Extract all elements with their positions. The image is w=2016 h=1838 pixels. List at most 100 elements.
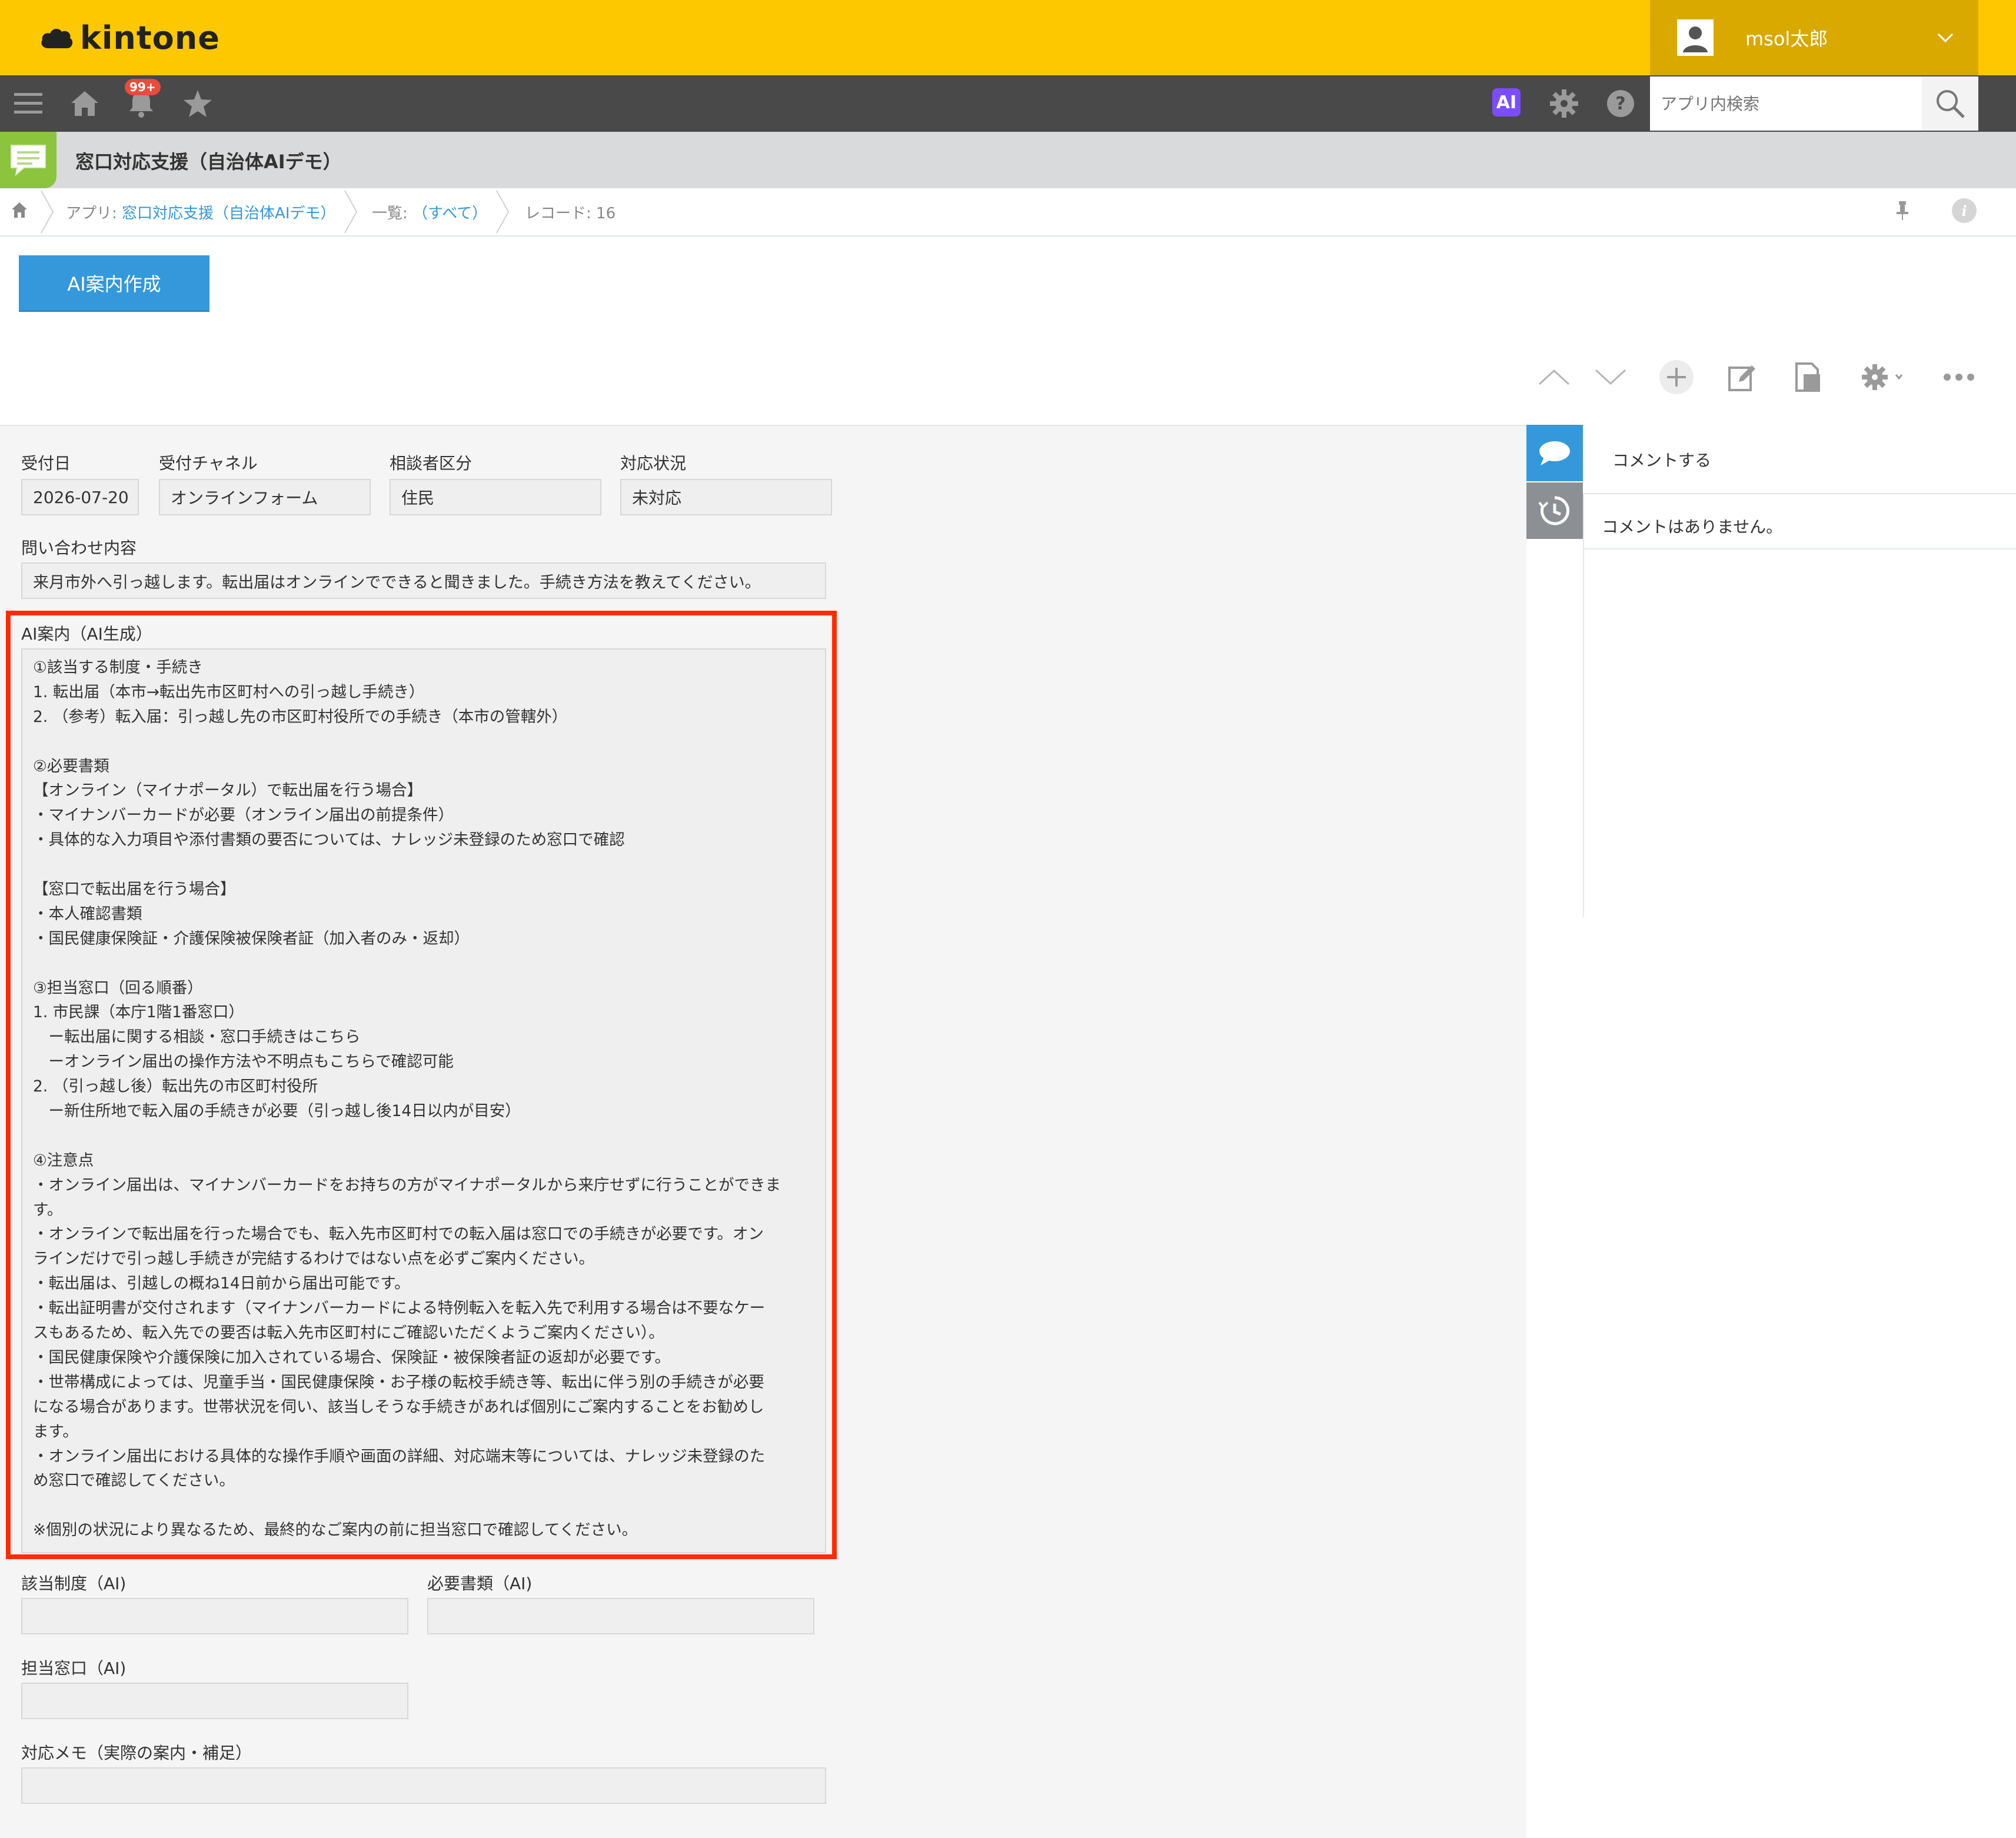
breadcrumb-home[interactable]: [11, 201, 28, 221]
channel-value: オンラインフォーム: [159, 479, 371, 515]
channel-label: 受付チャネル: [159, 454, 258, 473]
ai-counter-value: [21, 1683, 408, 1719]
consultant-type-value: 住民: [390, 479, 601, 515]
ai-guide-line: ・オンラインで転出届を行った場合でも、転入先市区町村での転入届は窓口での手続きが…: [33, 1225, 764, 1244]
ai-guide-line: ー新住所地で転入届の手続きが必要（引っ越し後14日以内が目安）: [33, 1102, 521, 1121]
app-icon[interactable]: [0, 132, 56, 188]
ai-guide-line: [33, 853, 814, 877]
ai-guide-line: ・オンライン届出は、マイナンバーカードをお持ちの方がマイナポータルから来庁せずに…: [33, 1176, 781, 1194]
ai-guide-line: 2. （参考）転入届：引っ越し先の市区町村役所での手続き（本市の管轄外）: [33, 707, 568, 726]
ai-guide-line: ①該当する制度・手続き: [33, 658, 203, 677]
ai-guide-line: ます。: [33, 1422, 78, 1441]
add-record-icon[interactable]: [1656, 357, 1697, 398]
cloud-logo-icon: [41, 28, 73, 48]
breadcrumb-app-link[interactable]: 窓口対応支援（自治体AIデモ）: [122, 205, 335, 222]
memo-value: [21, 1767, 826, 1804]
ai-guide-line: ②必要書類: [33, 757, 109, 775]
history-tab[interactable]: [1526, 482, 1583, 539]
inquiry-value: 来月市外へ引っ越します。転出届はオンラインでできると聞きました。手続き方法を教え…: [21, 562, 826, 599]
breadcrumb-view-link[interactable]: （すべて）: [412, 205, 487, 222]
duplicate-icon[interactable]: [1788, 357, 1829, 398]
reception-date-label: 受付日: [21, 454, 71, 473]
comments-tab[interactable]: [1526, 425, 1583, 481]
edit-icon[interactable]: [1722, 357, 1763, 398]
memo-label: 対応メモ（実際の案内・補足）: [21, 1743, 252, 1763]
ai-guide-line: 【窓口で転出届を行う場合】: [33, 880, 236, 899]
ai-guide-line: ・国民健康保険証・介護保険被保険者証（加入者のみ・返却）: [33, 929, 470, 948]
ai-guide-create-button[interactable]: AI案内作成: [19, 255, 209, 311]
ai-guide-line: スもあるため、転入先での要否は転入先市区町村にご確認いただくようご案内ください）…: [33, 1324, 664, 1343]
ai-guide-line: [33, 730, 814, 754]
home-icon[interactable]: [67, 86, 102, 121]
divider: [1583, 548, 2016, 550]
ai-guide-line: [33, 951, 814, 976]
ai-guide-line: ③担当窓口（回る順番）: [33, 978, 203, 997]
menu-icon[interactable]: [11, 86, 46, 121]
ai-guide-line: になる場合があります。世帯状況を伺い、該当しそうな手続きがあれば個別にご案内する…: [33, 1397, 764, 1416]
comment-post-field[interactable]: コメントする: [1583, 426, 2016, 494]
breadcrumb-app: アプリ: 窓口対応支援（自治体AIデモ）: [66, 205, 336, 222]
ai-guide-line: 1. 市民課（本庁1階1番窓口）: [33, 1003, 244, 1022]
ai-guide-line: ・転出証明書が交付されます（マイナンバーカードによる特例転入を転入先で利用する場…: [33, 1299, 766, 1318]
ai-system-label: 該当制度（AI): [21, 1574, 127, 1593]
ai-system-value: [21, 1598, 408, 1634]
info-icon[interactable]: i: [1951, 198, 1977, 226]
breadcrumb-separator: [344, 190, 358, 234]
ai-guide-line: ー転出届に関する相談・窓口手続きはこちら: [33, 1028, 361, 1047]
svg-text:i: i: [1961, 202, 1967, 219]
avatar: [1677, 19, 1714, 56]
app-search-input[interactable]: [1650, 76, 1922, 131]
breadcrumb-record: レコード: 16: [525, 205, 616, 222]
ai-guide-line: ・具体的な入力項目や添付書類の要否については、ナレッジ未登録のため窓口で確認: [33, 831, 625, 850]
help-icon[interactable]: ?: [1603, 86, 1638, 121]
settings-menu-icon[interactable]: [1854, 357, 1912, 398]
more-options-icon[interactable]: [1938, 357, 1980, 398]
logo-text: kintone: [80, 19, 220, 56]
comment-panel: [1583, 425, 2016, 917]
ai-counter-label: 担当窓口（AI): [21, 1659, 127, 1678]
search-icon: [1937, 90, 1965, 118]
ai-guide-line: 1. 転出届（本市→転出先市区町村への引っ越し手続き）: [33, 682, 425, 701]
inquiry-label: 問い合わせ内容: [21, 538, 137, 558]
ai-guide-line: ・マイナンバーカードが必要（オンライン届出の前提条件）: [33, 806, 454, 825]
breadcrumb-separator: [496, 190, 510, 234]
no-comments-text: コメントはありません。: [1602, 517, 1783, 537]
ai-guide-line: ラインだけで引っ越し手続きが完結するわけではない点を必ずご案内ください。: [33, 1250, 594, 1268]
gear-icon[interactable]: [1546, 86, 1582, 121]
reception-date-value: 2026-07-20: [21, 479, 139, 515]
status-value: 未対応: [620, 479, 832, 515]
pin-icon[interactable]: [1894, 200, 1911, 224]
user-name: msol太郎: [1745, 28, 1828, 50]
ai-guide-line: め窓口で確認してください。: [33, 1471, 235, 1490]
previous-record-icon[interactable]: [1533, 357, 1575, 398]
ai-guide-line: ・世帯構成によっては、児童手当・国民健康保険・お子様の転校手続き等、転出に伴う別…: [33, 1373, 764, 1391]
ai-guide-line: す。: [33, 1200, 63, 1219]
search-button[interactable]: [1922, 76, 1978, 131]
app-title: 窓口対応支援（自治体AIデモ）: [75, 151, 342, 173]
chevron-down-icon: [1937, 33, 1954, 43]
user-menu[interactable]: msol太郎: [1650, 0, 1978, 75]
next-record-icon[interactable]: [1590, 357, 1631, 398]
notification-badge: 99+: [125, 79, 161, 95]
ai-guide-line: 【オンライン（マイナポータル）で転出届を行う場合】: [33, 781, 423, 800]
ai-guide-label: AI案内（AI生成）: [21, 624, 152, 644]
ai-documents-value: [427, 1598, 814, 1634]
ai-documents-label: 必要書類（AI): [427, 1574, 533, 1593]
breadcrumb-separator: [41, 190, 54, 234]
ai-icon[interactable]: AI: [1492, 88, 1521, 116]
ai-guide-line: ーオンライン届出の操作方法や不明点もこちらで確認可能: [33, 1053, 454, 1071]
ai-guide-line: [33, 1493, 814, 1518]
ai-guide-line: [33, 1124, 814, 1148]
ai-guide-line: ④注意点: [33, 1151, 94, 1170]
ai-guide-line: ・転出届は、引越しの概ね14日前から届出可能です。: [33, 1274, 410, 1293]
comment-icon: [1539, 441, 1570, 465]
kintone-logo[interactable]: kintone: [40, 15, 220, 60]
consultant-type-label: 相談者区分: [390, 454, 473, 473]
star-icon[interactable]: [180, 86, 215, 121]
ai-guide-line: 2. （引っ越し後）転出先の市区町村役所: [33, 1077, 318, 1096]
status-label: 対応状況: [620, 454, 687, 473]
ai-guide-line: ※個別の状況により異なるため、最終的なご案内の前に担当窓口で確認してください。: [33, 1521, 638, 1540]
user-icon: [1677, 19, 1714, 56]
ai-guide-line: ・国民健康保険や介護保険に加入されている場合、保険証・被保険者証の返却が必要です…: [33, 1348, 671, 1367]
ai-guide-line: ・本人確認書類: [33, 904, 142, 923]
